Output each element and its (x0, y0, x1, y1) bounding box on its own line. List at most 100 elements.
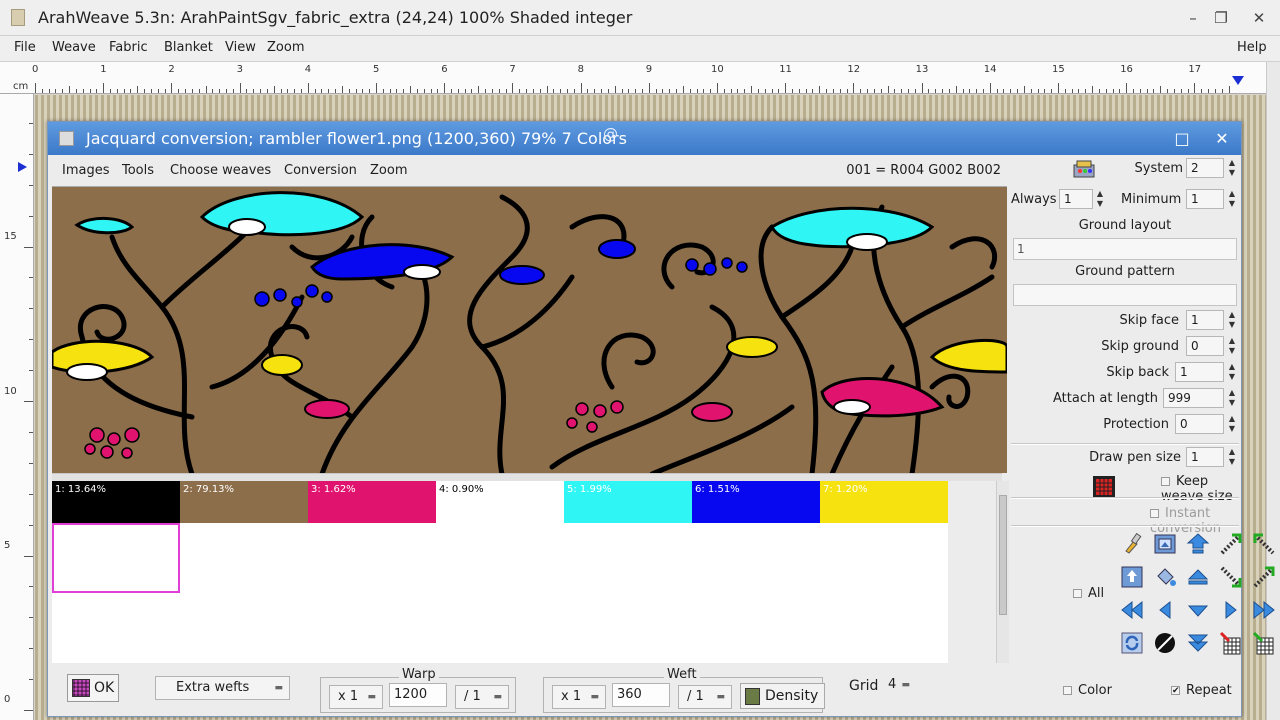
extra-wefts-dropdown[interactable]: Extra wefts ▬ (155, 676, 290, 700)
dialog-maximize-button[interactable]: □ (1168, 127, 1196, 151)
move-right-icon[interactable] (1218, 597, 1244, 623)
skip-face-spinner-icon[interactable]: ▲ ▼ (1227, 310, 1237, 330)
skew-down-icon[interactable] (1218, 564, 1244, 590)
menu-view[interactable]: View (225, 40, 256, 55)
fill-icon[interactable] (1152, 564, 1178, 590)
warp-count-input[interactable]: 1200 (389, 683, 447, 707)
shift-up-icon[interactable] (1185, 531, 1211, 557)
ruler-tick (416, 89, 418, 93)
scrollbar-thumb[interactable] (999, 495, 1007, 615)
add-weave-icon[interactable] (1251, 630, 1277, 656)
weave-assignment-area[interactable] (52, 523, 948, 663)
ruler-tick (566, 89, 568, 93)
always-spinner-icon[interactable]: ▲ ▼ (1095, 189, 1105, 209)
skip-ground-spinner-icon[interactable]: ▲ ▼ (1227, 336, 1237, 356)
color-swatch-6[interactable]: 6: 1.51% (692, 481, 820, 523)
ground-layout-input[interactable]: 1 (1013, 238, 1237, 260)
draw-pen-size-input[interactable]: 1 (1186, 447, 1224, 467)
move-last-icon[interactable] (1251, 597, 1277, 623)
ok-button[interactable]: OK (67, 674, 119, 702)
warp-multiplier-dropdown[interactable]: x 1 ▬ (329, 685, 383, 709)
dialog-menu-choose-weaves[interactable]: Choose weaves (170, 163, 271, 178)
dialog-menu-zoom[interactable]: Zoom (370, 163, 407, 178)
menu-fabric[interactable]: Fabric (109, 40, 148, 55)
dialog-menu-conversion[interactable]: Conversion (284, 163, 357, 178)
system-input[interactable]: 2 (1186, 158, 1224, 178)
splitter[interactable] (52, 473, 1002, 481)
ruler-tick (1201, 89, 1203, 93)
weft-divider-dropdown[interactable]: / 1 ▬ (678, 685, 732, 709)
brush-icon[interactable] (1119, 531, 1145, 557)
ruler-tick (29, 493, 33, 495)
skip-face-input[interactable]: 1 (1186, 310, 1224, 330)
restore-button[interactable]: ❐ (1208, 6, 1234, 30)
move-left-icon[interactable] (1152, 597, 1178, 623)
color-swatch-1[interactable]: 1: 13.64% (52, 481, 180, 523)
minimize-button[interactable]: – (1180, 6, 1206, 30)
weft-count-input[interactable]: 360 (612, 683, 670, 707)
color-swatch-7[interactable]: 7: 1.20% (820, 481, 948, 523)
ruler-tick (62, 89, 64, 93)
grid-size-dropdown[interactable]: 4 ▬ (880, 674, 916, 698)
ruler-marker-icon[interactable] (1232, 76, 1244, 85)
attach-at-length-input[interactable]: 999 (1163, 388, 1224, 408)
menu-blanket[interactable]: Blanket (164, 40, 213, 55)
warp-divider-dropdown[interactable]: / 1 ▬ (455, 685, 509, 709)
selected-weave-cell[interactable] (52, 523, 180, 593)
color-swatch-3[interactable]: 3: 1.62% (308, 481, 436, 523)
draw-pen-size-spinner-icon[interactable]: ▲ ▼ (1227, 447, 1237, 467)
color-swatch-5[interactable]: 5: 1.99% (564, 481, 692, 523)
dialog-menu-tools[interactable]: Tools (122, 163, 154, 178)
minimum-input[interactable]: 1 (1186, 189, 1224, 209)
close-button[interactable]: ✕ (1246, 6, 1272, 30)
move-down-icon[interactable] (1185, 597, 1211, 623)
skew-up-icon[interactable] (1251, 564, 1277, 590)
warp-group: Warp x 1 ▬ 1200 / 1 ▬ (320, 667, 516, 713)
invert-icon[interactable] (1152, 630, 1178, 656)
skip-back-spinner-icon[interactable]: ▲ ▼ (1227, 362, 1237, 382)
protection-input[interactable]: 0 (1175, 414, 1224, 434)
ground-pattern-input[interactable] (1013, 284, 1237, 306)
weft-multiplier-dropdown[interactable]: x 1 ▬ (552, 685, 606, 709)
ruler-tick (157, 89, 159, 93)
ruler-tick (1017, 89, 1019, 93)
menu-weave[interactable]: Weave (52, 40, 96, 55)
image-adjust-icon[interactable] (1152, 531, 1178, 557)
menu-zoom[interactable]: Zoom (267, 40, 304, 55)
density-button[interactable]: Density (740, 683, 826, 709)
menu-help[interactable]: Help (1237, 40, 1267, 55)
swatch-scrollbar[interactable] (996, 481, 1009, 663)
jacquard-image[interactable] (52, 186, 1007, 473)
attach-at-length-spinner-icon[interactable]: ▲ ▼ (1227, 388, 1237, 408)
skew-left-icon[interactable] (1251, 531, 1277, 557)
ruler-tick (280, 89, 282, 93)
move-bottom-icon[interactable] (1185, 630, 1211, 656)
color-swatch-4[interactable]: 4: 0.90% (436, 481, 564, 523)
color-checkbox[interactable]: Color (1063, 683, 1112, 698)
shift-up-small-icon[interactable] (1185, 564, 1211, 590)
dialog-titlebar[interactable]: Jacquard conversion; rambler flower1.png… (48, 122, 1241, 155)
menu-file[interactable]: File (14, 40, 36, 55)
repeat-checkbox[interactable]: ✔ Repeat (1171, 683, 1232, 698)
ruler-tick (1173, 89, 1175, 93)
skew-right-icon[interactable] (1218, 531, 1244, 557)
keep-weave-size-checkbox[interactable]: Keep weave size (1161, 474, 1239, 504)
refresh-icon[interactable] (1119, 630, 1145, 656)
color-swatch-2[interactable]: 2: 79.13% (180, 481, 308, 523)
always-input[interactable]: 1 (1059, 189, 1093, 209)
all-checkbox[interactable]: All (1073, 586, 1104, 601)
protection-spinner-icon[interactable]: ▲ ▼ (1227, 414, 1237, 434)
move-first-icon[interactable] (1119, 597, 1145, 623)
ruler-tick (1064, 89, 1066, 93)
ruler-number: 5 (373, 64, 380, 75)
ruler-marker-icon[interactable] (18, 162, 27, 172)
dialog-close-button[interactable]: ✕ (1208, 127, 1236, 151)
scan-icon[interactable] (1071, 157, 1097, 183)
import-icon[interactable] (1119, 564, 1145, 590)
dialog-menu-images[interactable]: Images (62, 163, 110, 178)
skip-ground-input[interactable]: 0 (1186, 336, 1224, 356)
minimum-spinner-icon[interactable]: ▲ ▼ (1227, 189, 1237, 209)
system-spinner-icon[interactable]: ▲ ▼ (1227, 158, 1237, 178)
remove-weave-icon[interactable] (1218, 630, 1244, 656)
skip-back-input[interactable]: 1 (1175, 362, 1224, 382)
